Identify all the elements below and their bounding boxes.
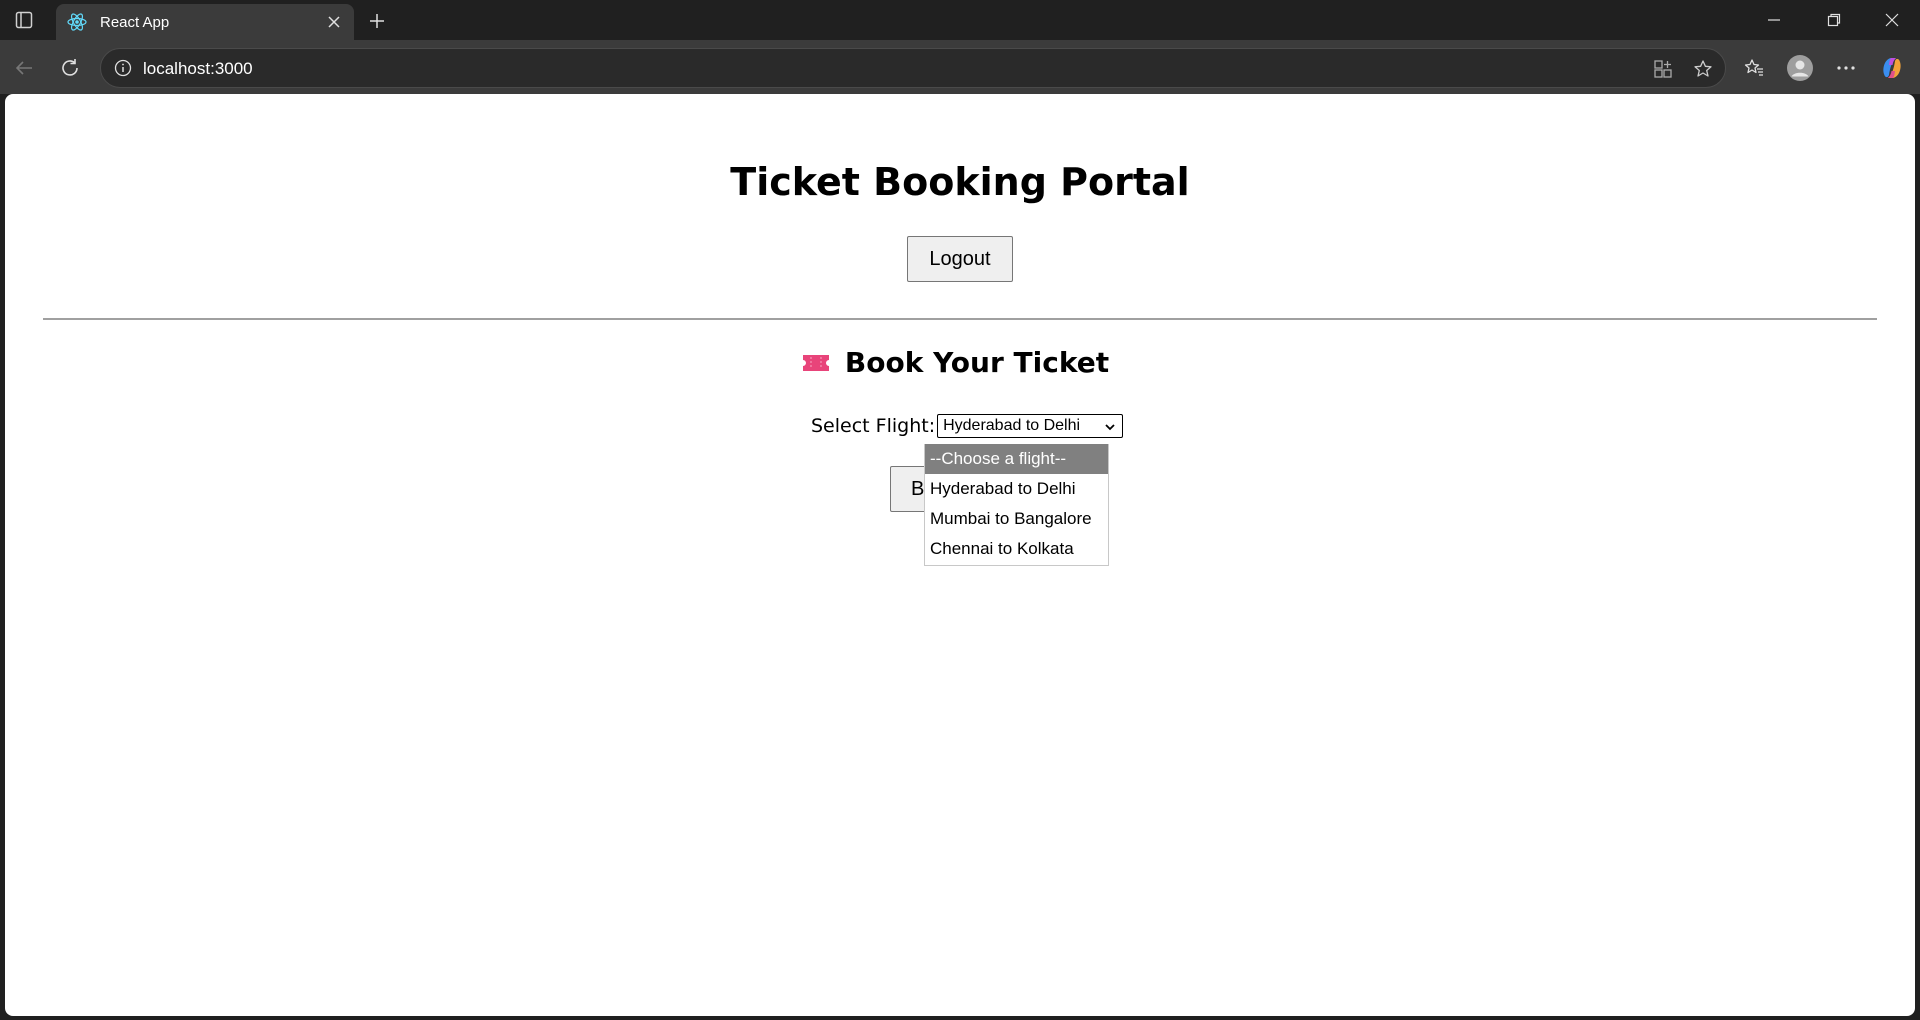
tab-title: React App bbox=[100, 13, 170, 31]
close-window-icon[interactable] bbox=[1864, 0, 1920, 40]
browser-toolbar: localhost:3000 bbox=[0, 40, 1920, 94]
url-text[interactable]: localhost:3000 bbox=[143, 59, 253, 79]
browser-tab[interactable]: React App bbox=[56, 4, 354, 40]
ticket-icon bbox=[801, 353, 831, 373]
flight-dropdown-list: --Choose a flight-- Hyderabad to Delhi M… bbox=[924, 444, 1109, 566]
dropdown-option[interactable]: Mumbai to Bangalore bbox=[925, 504, 1108, 534]
more-options-icon[interactable] bbox=[1830, 52, 1862, 84]
chevron-down-icon bbox=[1104, 420, 1116, 432]
new-tab-icon[interactable] bbox=[364, 8, 390, 34]
tab-actions-icon[interactable] bbox=[10, 8, 38, 32]
back-icon[interactable] bbox=[8, 52, 40, 84]
dropdown-option[interactable]: Chennai to Kolkata bbox=[925, 534, 1108, 564]
flight-label: Select Flight: bbox=[811, 415, 936, 437]
book-ticket-heading: Book Your Ticket bbox=[5, 346, 1915, 379]
favorites-icon[interactable] bbox=[1738, 52, 1770, 84]
section-heading-text: Book Your Ticket bbox=[844, 346, 1110, 379]
profile-avatar-icon[interactable] bbox=[1784, 52, 1816, 84]
page-title: Ticket Booking Portal bbox=[730, 160, 1190, 204]
minimize-icon[interactable] bbox=[1746, 0, 1802, 40]
page-viewport: Ticket Booking Portal Logout Book Your T… bbox=[5, 94, 1915, 1016]
close-tab-icon[interactable] bbox=[322, 10, 346, 34]
react-icon bbox=[66, 11, 88, 33]
favorite-star-icon[interactable] bbox=[1691, 57, 1715, 81]
app-available-icon[interactable] bbox=[1651, 57, 1675, 81]
flight-select-value: Hyderabad to Delhi bbox=[943, 417, 1081, 434]
copilot-icon[interactable] bbox=[1876, 52, 1908, 84]
browser-tab-bar: React App bbox=[0, 0, 1920, 40]
site-info-icon[interactable] bbox=[113, 58, 133, 78]
address-bar[interactable]: localhost:3000 bbox=[100, 48, 1726, 88]
divider bbox=[43, 318, 1877, 320]
logout-button[interactable]: Logout bbox=[907, 236, 1013, 282]
dropdown-option[interactable]: Hyderabad to Delhi bbox=[925, 474, 1108, 504]
flight-select-row: Select Flight: Hyderabad to Delhi bbox=[811, 414, 1124, 438]
restore-icon[interactable] bbox=[1806, 0, 1862, 40]
reload-icon[interactable] bbox=[54, 52, 86, 84]
dropdown-option[interactable]: --Choose a flight-- bbox=[925, 444, 1108, 474]
flight-select[interactable]: Hyderabad to Delhi bbox=[937, 414, 1124, 438]
